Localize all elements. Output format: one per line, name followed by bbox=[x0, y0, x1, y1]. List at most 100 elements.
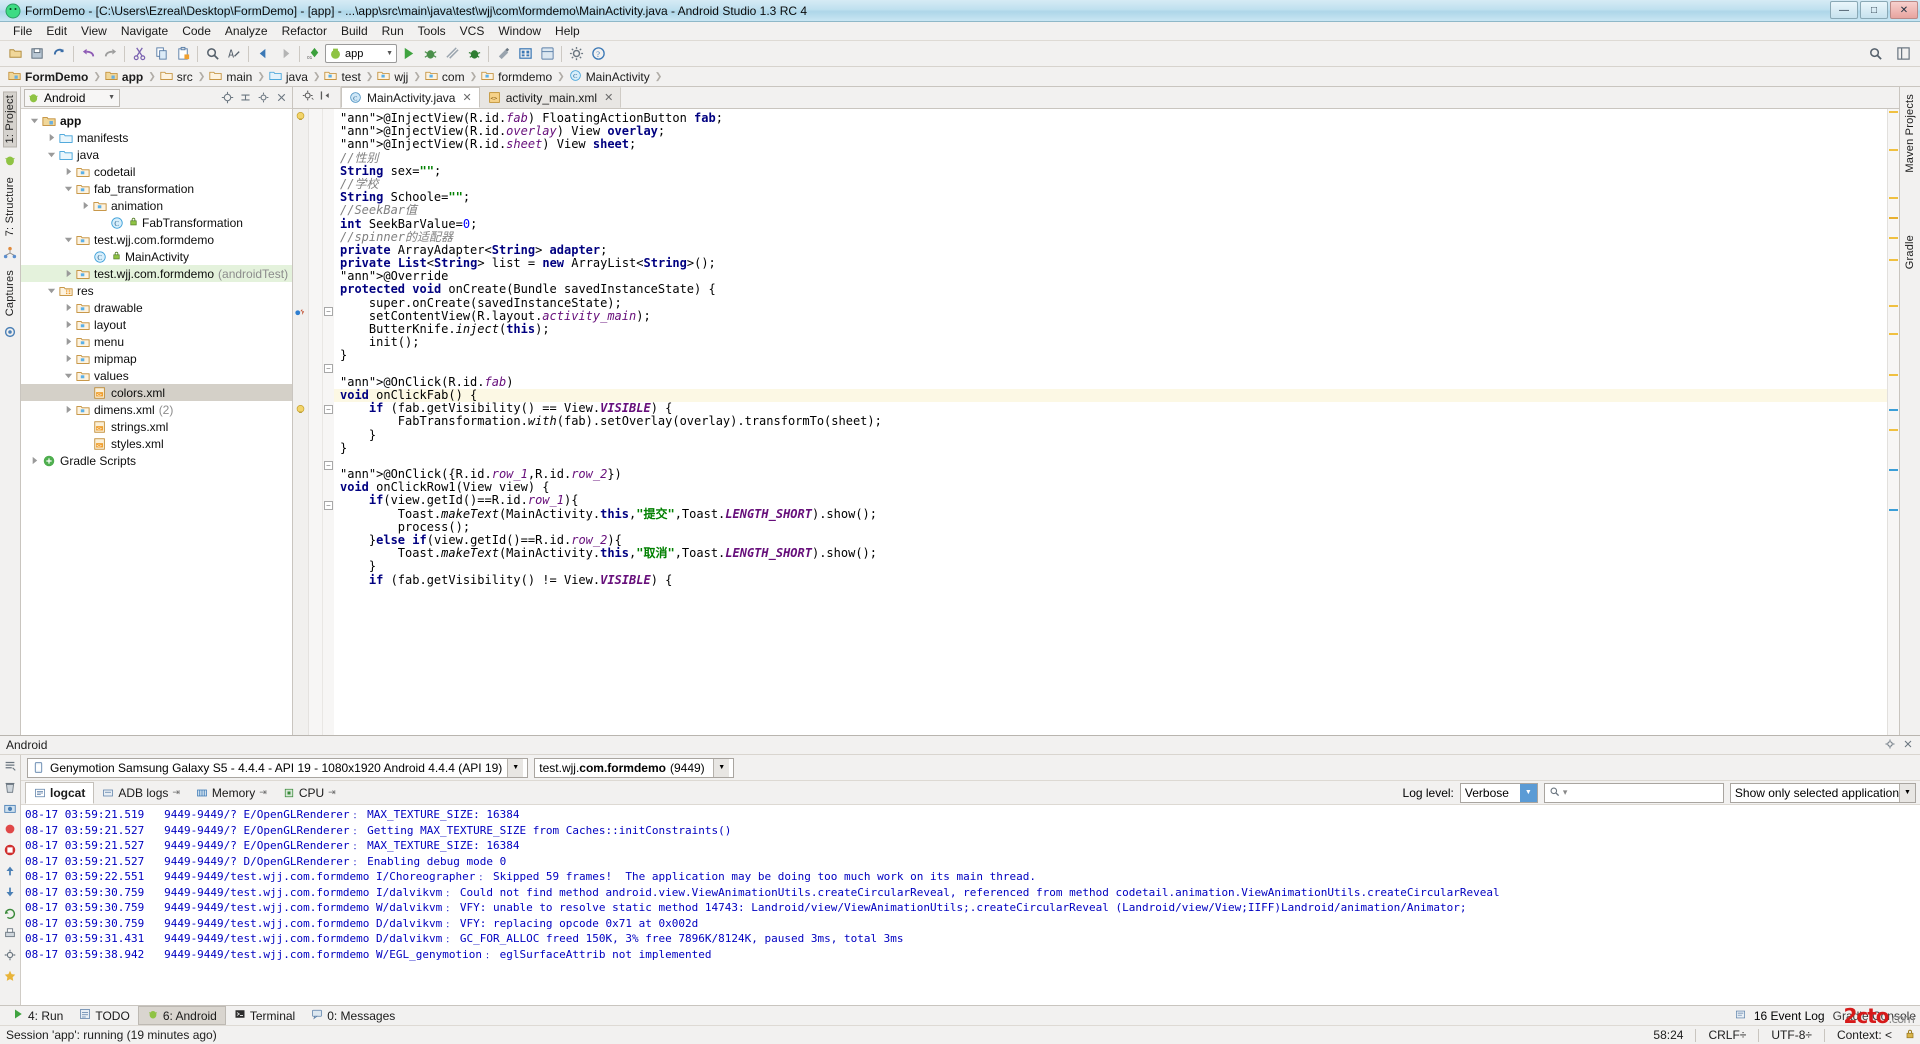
chevron-down-icon[interactable] bbox=[46, 285, 57, 296]
tab-adb-logs[interactable]: ADB logs ⇥ bbox=[94, 782, 188, 804]
debug-icon[interactable] bbox=[419, 43, 441, 65]
breadcrumb-item-mainactivity[interactable]: CMainActivity bbox=[569, 69, 654, 85]
close-icon[interactable]: ✕ bbox=[604, 91, 613, 104]
menu-item-help[interactable]: Help bbox=[548, 23, 587, 39]
close-icon[interactable]: ✕ bbox=[462, 91, 471, 104]
bottom-tab-0-messages[interactable]: 0: Messages bbox=[303, 1007, 403, 1024]
lock-icon[interactable] bbox=[1904, 1028, 1916, 1043]
breadcrumb-item-main[interactable]: main bbox=[209, 69, 256, 85]
structure-icon[interactable] bbox=[3, 246, 18, 261]
chevron-right-icon[interactable] bbox=[63, 353, 74, 364]
breadcrumb-item-java[interactable]: java bbox=[269, 69, 312, 85]
chevron-down-icon[interactable] bbox=[29, 115, 40, 126]
fold-marker[interactable]: – bbox=[324, 461, 333, 470]
code-editor[interactable]: "ann">@InjectView(R.id.fab) FloatingActi… bbox=[334, 109, 1887, 735]
tree-node-res[interactable]: res bbox=[21, 282, 292, 299]
editor-tab-mainactivity[interactable]: C MainActivity.java ✕ bbox=[341, 87, 480, 108]
menu-item-build[interactable]: Build bbox=[334, 23, 375, 39]
menu-item-vcs[interactable]: VCS bbox=[453, 23, 492, 39]
chevron-right-icon[interactable] bbox=[80, 200, 91, 211]
menu-item-tools[interactable]: Tools bbox=[411, 23, 453, 39]
arrow-up-icon[interactable] bbox=[3, 864, 18, 879]
open-folder-icon[interactable] bbox=[4, 43, 26, 65]
fold-marker[interactable]: – bbox=[324, 307, 333, 316]
sdk-manager-icon[interactable] bbox=[492, 43, 514, 65]
device-selector[interactable]: Genymotion Samsung Galaxy S5 - 4.4.4 - A… bbox=[27, 758, 528, 778]
menu-item-edit[interactable]: Edit bbox=[39, 23, 74, 39]
breadcrumb-item-formdemo[interactable]: formdemo bbox=[481, 69, 556, 85]
coverage-icon[interactable] bbox=[441, 43, 463, 65]
menu-item-refactor[interactable]: Refactor bbox=[275, 23, 334, 39]
process-selector[interactable]: test.wjj.com.formdemo(9449) ▼ bbox=[534, 758, 734, 778]
tree-node-styles-xml[interactable]: <>styles.xml bbox=[21, 435, 292, 452]
editor-fold-column[interactable]: – – – – – bbox=[323, 109, 334, 735]
tree-node-fabtransformation[interactable]: CFabTransformation bbox=[21, 214, 292, 231]
menu-item-run[interactable]: Run bbox=[375, 23, 411, 39]
sync-icon[interactable] bbox=[48, 43, 70, 65]
breadcrumb-item-formdemo[interactable]: FormDemo bbox=[8, 69, 92, 85]
run-configuration-selector[interactable]: app ▼ bbox=[325, 44, 397, 63]
editor-marker[interactable] bbox=[1889, 509, 1898, 511]
project-view-selector[interactable]: Android ▼ bbox=[24, 89, 120, 107]
pin-icon[interactable]: ⇥ bbox=[328, 787, 336, 798]
chevron-right-icon[interactable] bbox=[63, 166, 74, 177]
intention-bulb-icon[interactable] bbox=[295, 404, 306, 415]
chevron-right-icon[interactable] bbox=[29, 455, 40, 466]
breadcrumb-item-test[interactable]: test bbox=[324, 69, 364, 85]
bottom-tab-terminal[interactable]: Terminal bbox=[226, 1007, 303, 1024]
tree-node-strings-xml[interactable]: <>strings.xml bbox=[21, 418, 292, 435]
chevron-down-icon[interactable]: ▼ bbox=[507, 759, 523, 777]
menu-item-view[interactable]: View bbox=[74, 23, 114, 39]
back-icon[interactable] bbox=[252, 43, 274, 65]
breadcrumb-item-com[interactable]: com bbox=[425, 69, 469, 85]
hide-icon[interactable] bbox=[1902, 738, 1914, 753]
tab-cpu[interactable]: CPU ⇥ bbox=[275, 782, 344, 804]
editor-tab-activity-main-xml[interactable]: <> activity_main.xml ✕ bbox=[480, 87, 622, 108]
tree-node-fab-transformation[interactable]: fab_transformation bbox=[21, 180, 292, 197]
bottom-tab-6-android[interactable]: 6: Android bbox=[138, 1006, 226, 1025]
editor-marker[interactable] bbox=[1889, 149, 1898, 151]
tool-window-gradle[interactable]: Gradle bbox=[1904, 232, 1916, 272]
forward-icon[interactable] bbox=[274, 43, 296, 65]
tree-node-mipmap[interactable]: mipmap bbox=[21, 350, 292, 367]
record-video-icon[interactable] bbox=[3, 822, 18, 837]
gear-icon[interactable] bbox=[302, 89, 315, 105]
close-button[interactable]: ✕ bbox=[1890, 1, 1918, 19]
tree-node-menu[interactable]: menu bbox=[21, 333, 292, 350]
android-icon[interactable] bbox=[3, 153, 18, 168]
run-icon[interactable] bbox=[397, 43, 419, 65]
hide-panel-icon[interactable] bbox=[319, 89, 332, 105]
chevron-down-icon[interactable] bbox=[63, 234, 74, 245]
tree-node-drawable[interactable]: drawable bbox=[21, 299, 292, 316]
chevron-right-icon[interactable] bbox=[63, 302, 74, 313]
chevron-down-icon[interactable] bbox=[63, 370, 74, 381]
tab-logcat[interactable]: logcat bbox=[25, 782, 94, 804]
tree-node-dimens-xml[interactable]: dimens.xml(2) bbox=[21, 401, 292, 418]
fold-marker[interactable]: – bbox=[324, 364, 333, 373]
layout-icon[interactable] bbox=[1892, 43, 1914, 65]
menu-item-file[interactable]: File bbox=[6, 23, 39, 39]
breadcrumb-item-wjj[interactable]: wjj bbox=[377, 69, 412, 85]
editor-marker[interactable] bbox=[1889, 409, 1898, 411]
tool-window-structure[interactable]: 7: Structure bbox=[4, 174, 16, 239]
cut-icon[interactable] bbox=[128, 43, 150, 65]
arrow-down-icon[interactable] bbox=[3, 885, 18, 900]
tree-node-mainactivity[interactable]: CMainActivity bbox=[21, 248, 292, 265]
tool-window-captures[interactable]: Captures bbox=[4, 267, 16, 319]
chevron-down-icon[interactable]: ▼ bbox=[1520, 784, 1537, 802]
project-tree[interactable]: appmanifestsjavacodetailfab_transformati… bbox=[21, 109, 292, 735]
override-method-icon[interactable] bbox=[294, 306, 306, 318]
target-icon[interactable] bbox=[220, 90, 235, 105]
captures-icon[interactable] bbox=[3, 325, 18, 340]
tree-node-animation[interactable]: animation bbox=[21, 197, 292, 214]
tree-node-java[interactable]: java bbox=[21, 146, 292, 163]
tree-node-test-wjj-com-formdemo[interactable]: test.wjj.com.formdemo(androidTest) bbox=[21, 265, 292, 282]
editor-marker[interactable] bbox=[1889, 111, 1898, 113]
editor-marker-strip[interactable] bbox=[1887, 109, 1899, 735]
pin-icon[interactable]: ⇥ bbox=[259, 787, 267, 798]
chevron-right-icon[interactable] bbox=[63, 319, 74, 330]
copy-icon[interactable] bbox=[150, 43, 172, 65]
android-monitor-icon[interactable] bbox=[463, 43, 485, 65]
tree-node-codetail[interactable]: codetail bbox=[21, 163, 292, 180]
gear-icon[interactable] bbox=[565, 43, 587, 65]
